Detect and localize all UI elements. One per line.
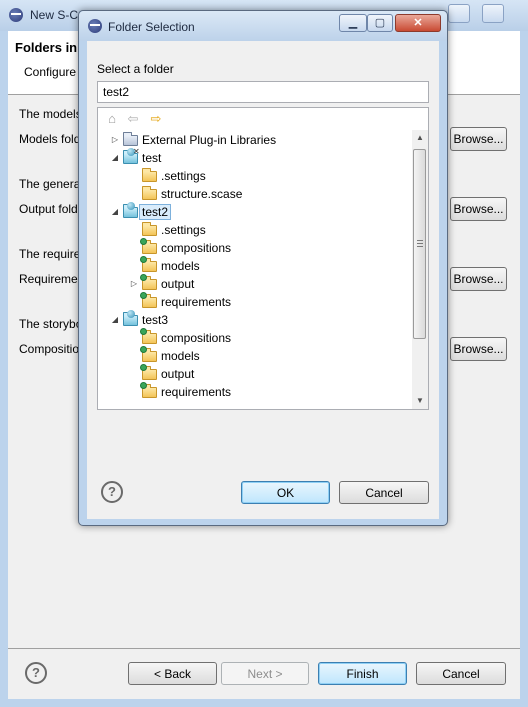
scroll-down-icon[interactable]: ▼ [412, 393, 428, 409]
dialog-minimize-icon[interactable]: ▁ [339, 14, 367, 32]
tree-item[interactable]: ◢ test3 [98, 310, 410, 329]
tree-item[interactable]: structure.scase [98, 185, 410, 203]
source-folder-icon [140, 274, 158, 291]
grip-line [417, 240, 423, 241]
tree-item[interactable]: compositions [98, 238, 410, 257]
tree-scrollbar[interactable]: ▲ ▼ [412, 130, 428, 409]
scroll-up-icon[interactable]: ▲ [412, 130, 428, 146]
dialog-body: Select a folder ⌂ ⇦ ⇨ ▷ External Plug-in Li… [87, 41, 439, 519]
tree-item[interactable]: ▷ output [98, 274, 410, 293]
forward-arrow-icon[interactable]: ⇨ [148, 112, 164, 126]
requirements-description: The require [19, 247, 81, 261]
tree-item-label: compositions [161, 331, 232, 345]
tree-item-label: External Plug-in Libraries [142, 133, 277, 147]
tree-toolbar: ⌂ ⇦ ⇨ [98, 108, 428, 130]
tree-item-label: test2 [138, 204, 172, 220]
output-browse-button[interactable]: Browse... [450, 197, 507, 221]
back-arrow-icon[interactable]: ⇦ [125, 112, 141, 126]
expanded-twisty-icon[interactable]: ◢ [110, 206, 120, 218]
dialog-titlebar: Folder Selection ▁ ▢ ✕ [79, 11, 447, 41]
folder-icon [142, 186, 158, 201]
tree-item[interactable]: requirements [98, 382, 410, 401]
maximize-icon[interactable] [482, 4, 504, 23]
source-folder-icon [140, 256, 158, 273]
wizard-page-subtitle: Configure [24, 65, 77, 79]
tree-item[interactable]: models [98, 346, 410, 365]
grip-line [417, 243, 423, 244]
footer-separator [8, 648, 520, 649]
tree-item-label: test [142, 151, 162, 165]
models-browse-button[interactable]: Browse... [450, 127, 507, 151]
tree-item-label: models [161, 349, 200, 363]
compositions-browse-button[interactable]: Browse... [450, 337, 507, 361]
folder-tree: ⌂ ⇦ ⇨ ▷ External Plug-in Libraries ◢ ✕ test .se… [97, 107, 429, 410]
minimize-icon[interactable] [448, 4, 470, 23]
requirements-browse-button[interactable]: Browse... [450, 267, 507, 291]
tree-item-label: requirements [161, 295, 232, 309]
tree-item-label: compositions [161, 241, 232, 255]
back-button[interactable]: < Back [128, 662, 217, 685]
output-description: The genera [19, 177, 81, 191]
folder-selection-dialog: Folder Selection ▁ ▢ ✕ Select a folder ⌂… [78, 10, 448, 526]
source-folder-icon [140, 292, 158, 309]
tree-item-label: output [161, 277, 195, 291]
source-folder-icon [140, 328, 158, 345]
help-icon[interactable]: ? [25, 662, 47, 684]
tree-item[interactable]: requirements [98, 292, 410, 311]
home-icon[interactable]: ⌂ [104, 112, 120, 126]
dialog-title: Folder Selection [108, 20, 195, 34]
tree-item-label: .settings [161, 169, 206, 183]
project-icon: ✕ [123, 147, 140, 165]
expanded-twisty-icon[interactable]: ◢ [110, 314, 120, 326]
source-folder-icon [140, 364, 158, 381]
dialog-maximize-icon[interactable]: ▢ [367, 14, 393, 32]
compositions-folder-label: Compositio [19, 342, 80, 356]
finish-button[interactable]: Finish [318, 662, 407, 685]
tree-item[interactable]: ◢ ✕ test [98, 147, 410, 167]
source-folder-icon [140, 346, 158, 363]
project-icon [123, 202, 139, 219]
models-folder-label: Models fold [19, 132, 81, 146]
wizard-page-title: Folders in [15, 40, 78, 55]
tree-item-label: output [161, 367, 195, 381]
wizard-cancel-button[interactable]: Cancel [416, 662, 506, 685]
folder-icon [142, 168, 158, 183]
output-folder-label: Output fold [19, 202, 78, 216]
tree-item-label: models [161, 259, 200, 273]
ok-button[interactable]: OK [241, 481, 330, 504]
tree-item[interactable]: .settings [98, 167, 410, 185]
next-button[interactable]: Next > [221, 662, 309, 685]
tree-item-label: .settings [161, 223, 206, 237]
tree-list: ▷ External Plug-in Libraries ◢ ✕ test .settin… [98, 130, 410, 408]
tree-item[interactable]: .settings [98, 221, 410, 239]
scroll-thumb[interactable] [413, 149, 426, 339]
requirements-folder-label: Requiremen [19, 272, 85, 286]
collapsed-twisty-icon[interactable]: ▷ [129, 278, 139, 290]
tree-item[interactable]: ◢ test2 [98, 202, 410, 221]
source-folder-icon [140, 238, 158, 255]
eclipse-icon [9, 8, 23, 22]
select-folder-label: Select a folder [97, 62, 174, 76]
tree-item-label: requirements [161, 385, 232, 399]
tree-item-label: structure.scase [161, 187, 243, 201]
collapsed-twisty-icon[interactable]: ▷ [110, 134, 120, 146]
expanded-twisty-icon[interactable]: ◢ [110, 152, 120, 164]
folder-name-input[interactable] [97, 81, 429, 103]
library-folder-icon [123, 132, 139, 147]
grip-line [417, 246, 423, 247]
compositions-description: The storybo [19, 317, 83, 331]
source-folder-icon [140, 382, 158, 399]
tree-item[interactable]: output [98, 364, 410, 383]
dialog-close-icon[interactable]: ✕ [395, 14, 441, 32]
project-icon [123, 310, 139, 327]
eclipse-icon [88, 19, 102, 33]
dialog-help-icon[interactable]: ? [101, 481, 123, 503]
tree-item[interactable]: ▷ External Plug-in Libraries [98, 131, 410, 149]
folder-icon [142, 222, 158, 237]
tree-item[interactable]: models [98, 256, 410, 275]
tree-item[interactable]: compositions [98, 328, 410, 347]
dialog-cancel-button[interactable]: Cancel [339, 481, 429, 504]
tree-item-label: test3 [142, 313, 169, 327]
models-description: The models [19, 107, 82, 121]
